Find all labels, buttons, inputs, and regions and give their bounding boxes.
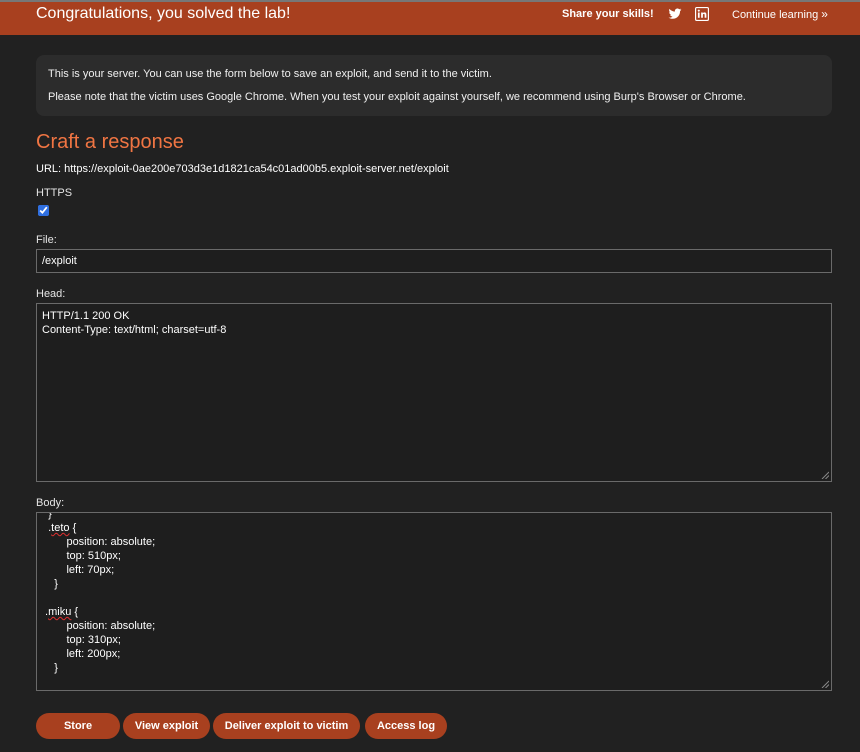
body-line: .miku { (42, 606, 79, 618)
body-line (42, 591, 826, 605)
exploit-url: URL: https://exploit-0ae200e703d3e1d1821… (36, 163, 449, 175)
body-line: left: 70px; (42, 564, 115, 576)
body-textarea[interactable]: } .teto { position: absolute; top: 510px… (36, 512, 832, 691)
spellcheck-word: teto (51, 522, 70, 534)
resize-handle-icon[interactable] (821, 680, 829, 688)
body-line: top: 510px; (42, 550, 121, 562)
spellcheck-word: miku (48, 606, 72, 618)
body-line: } (42, 512, 52, 520)
body-line: } (42, 578, 58, 590)
body-line: .teto { (42, 522, 77, 534)
body-line: position: absolute; (42, 536, 156, 548)
store-button[interactable]: Store (36, 713, 120, 739)
continue-learning-link[interactable]: Continue learning» (732, 6, 828, 23)
file-input[interactable] (36, 249, 832, 273)
solved-banner: Congratulations, you solved the lab! Sha… (0, 2, 860, 35)
head-line: Content-Type: text/html; charset=utf-8 (42, 324, 227, 336)
notice-line-2: Please note that the victim uses Google … (48, 91, 746, 103)
page-title: Craft a response (36, 131, 184, 153)
body-line: top: 310px; (42, 634, 121, 646)
head-label: Head: (36, 288, 66, 300)
notice-line-1: This is your server. You can use the for… (48, 68, 492, 80)
head-line: HTTP/1.1 200 OK (42, 310, 130, 322)
resize-handle-icon[interactable] (821, 471, 829, 479)
body-label: Body: (36, 497, 65, 509)
file-label: File: (36, 234, 57, 246)
head-textarea[interactable]: HTTP/1.1 200 OK Content-Type: text/html; … (36, 303, 832, 482)
body-line: left: 200px; (42, 648, 121, 660)
access-log-button[interactable]: Access log (365, 713, 447, 739)
banner-title: Congratulations, you solved the lab! (36, 5, 291, 22)
view-exploit-button[interactable]: View exploit (123, 713, 210, 739)
https-label: HTTPS (36, 187, 73, 199)
chevron-double-right-icon: » (821, 7, 828, 21)
https-checkbox[interactable] (38, 205, 49, 216)
body-line: } (42, 662, 58, 674)
continue-learning-label: Continue learning (732, 9, 819, 21)
linkedin-icon[interactable] (695, 7, 709, 21)
body-line: position: absolute; (42, 620, 156, 632)
share-label: Share your skills! (562, 8, 654, 20)
server-notice: This is your server. You can use the for… (36, 55, 832, 116)
deliver-exploit-button[interactable]: Deliver exploit to victim (213, 713, 360, 739)
twitter-icon[interactable] (668, 7, 682, 21)
